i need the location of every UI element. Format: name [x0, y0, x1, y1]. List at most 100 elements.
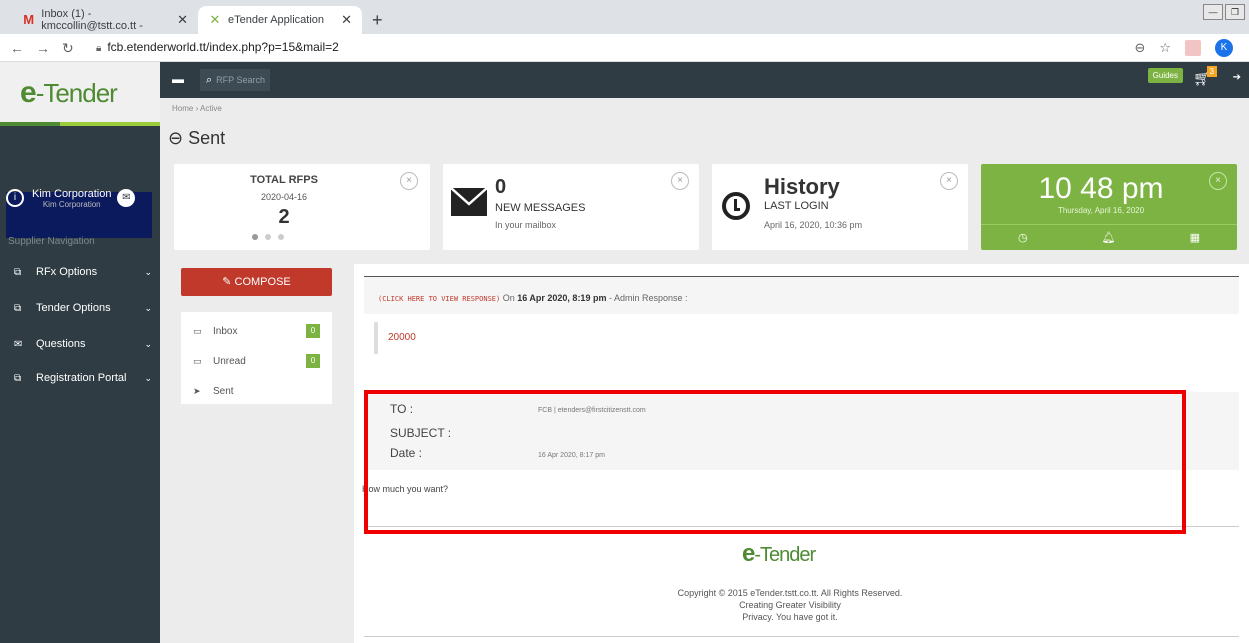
- close-icon[interactable]: ×: [940, 172, 958, 190]
- count-badge: 0: [306, 324, 320, 338]
- tab-label: Inbox (1) - kmccollin@tstt.co.tt -: [41, 8, 143, 32]
- send-icon: ➤: [193, 385, 201, 396]
- footer-copyright: Copyright © 2015 eTender.tstt.co.tt. All…: [677, 588, 903, 598]
- url-text: fcb.etenderworld.tt/index.php?p=15&mail=…: [107, 40, 339, 54]
- sidebar-item-tender-options[interactable]: ⧉ Tender Options ⌄: [0, 298, 160, 318]
- address-bar: ← → ↻ 🔒︎ fcb.etenderworld.tt/index.php?p=…: [0, 34, 1249, 62]
- user-company: Kim Corporation: [42, 199, 101, 209]
- clock-icon: [722, 192, 750, 220]
- chevron-down-icon: ⌄: [144, 266, 152, 277]
- response-date: 16 Apr 2020, 8:19 pm: [517, 293, 607, 303]
- chevron-down-icon: ⌄: [144, 372, 152, 383]
- back-icon[interactable]: ←: [10, 40, 24, 56]
- copy-icon: ⧉: [14, 266, 22, 278]
- envelope-icon: [451, 188, 487, 216]
- chevron-down-icon: ⌄: [144, 338, 152, 349]
- gmail-icon: M: [23, 12, 35, 27]
- clock-icon[interactable]: ◷: [1018, 231, 1028, 244]
- close-icon[interactable]: ✕: [177, 12, 188, 28]
- divider: [364, 636, 1239, 637]
- etender-logo[interactable]: e-Tender: [20, 76, 118, 110]
- logout-icon[interactable]: ➔: [1233, 72, 1241, 83]
- view-response-link[interactable]: (CLICK HERE TO VIEW RESPONSE): [378, 295, 500, 303]
- mailbox-item-inbox[interactable]: ▭ Inbox 0: [181, 318, 332, 344]
- footer-tagline: Creating Greater Visibility: [739, 600, 841, 610]
- sidebar-item-label: Tender Options: [36, 302, 111, 314]
- search-icon: ⌕: [206, 73, 213, 86]
- url-field[interactable]: 🔒︎ fcb.etenderworld.tt/index.php?p=15&mai…: [96, 40, 339, 54]
- card-value: 0: [495, 176, 507, 198]
- carousel-dots[interactable]: [252, 234, 284, 240]
- zoom-icon[interactable]: ⊖: [1134, 40, 1145, 56]
- card-subtext: In your mailbox: [495, 220, 557, 230]
- compose-button[interactable]: ✎ COMPOSE: [181, 268, 332, 296]
- card-subtext: April 16, 2020, 10:36 pm: [764, 220, 863, 230]
- chevron-down-icon: ⌄: [144, 302, 152, 313]
- close-icon[interactable]: ×: [1209, 172, 1227, 190]
- mailbox-item-unread[interactable]: ▭ Unread 0: [181, 348, 332, 374]
- card-date: 2020-04-16: [260, 192, 308, 202]
- edit-icon: ✎: [222, 276, 232, 288]
- star-icon[interactable]: ☆: [1159, 40, 1171, 56]
- user-name: Kim Corporation: [32, 187, 112, 200]
- envelope-icon[interactable]: ✉: [117, 189, 136, 207]
- sidebar-item-rfx-options[interactable]: ⧉ RFx Options ⌄: [0, 262, 160, 282]
- new-tab-button[interactable]: +: [372, 10, 383, 31]
- app-sidebar: e-Tender i Kim Corporation Kim Corporati…: [0, 62, 160, 643]
- restore-icon[interactable]: ❐: [1225, 4, 1245, 20]
- current-date: Thursday, April 16, 2020: [1057, 206, 1145, 215]
- cart-icon[interactable]: 🛒︎ 3: [1193, 66, 1217, 87]
- sidebar-item-questions[interactable]: ✉ Questions ⌄: [0, 334, 160, 354]
- clock-card-actions: ◷ 🔔︎ ▦: [981, 224, 1237, 250]
- footer-logo: e-Tender: [742, 540, 816, 567]
- logo-area: e-Tender: [0, 62, 160, 126]
- envelope-icon: ✉: [14, 338, 23, 350]
- tab-label: eTender Application: [228, 14, 325, 26]
- sidebar-section-label: Supplier Navigation: [8, 236, 95, 247]
- minimize-icon[interactable]: —: [1203, 4, 1223, 20]
- guides-button[interactable]: Guides: [1147, 68, 1183, 83]
- browser-tab-bar: M Inbox (1) - kmccollin@tstt.co.tt - ✕ ✕…: [0, 0, 1249, 34]
- bell-icon[interactable]: 🔔︎: [1102, 231, 1116, 244]
- tab-etender[interactable]: ✕ eTender Application ✕: [198, 6, 362, 34]
- forward-icon[interactable]: →: [36, 40, 50, 56]
- lock-icon: 🔒︎: [96, 43, 102, 54]
- total-rfps-card: TOTAL RFPS 2020-04-16 2 ×: [174, 164, 430, 250]
- breadcrumb: Home › Active: [172, 104, 222, 113]
- calendar-icon[interactable]: ▦: [1190, 231, 1200, 244]
- search-placeholder: RFP Search: [216, 75, 266, 85]
- profile-avatar[interactable]: K: [1215, 39, 1233, 57]
- page-title: ⊖ Sent: [168, 128, 226, 148]
- card-title: TOTAL RFPS: [250, 174, 318, 186]
- sidebar-item-registration-portal[interactable]: ⧉ Registration Portal ⌄: [0, 368, 160, 388]
- reload-icon[interactable]: ↻: [62, 40, 74, 57]
- window-controls: — ❐: [1203, 4, 1245, 20]
- rfp-search-input[interactable]: ⌕ RFP Search: [200, 69, 270, 91]
- tab-gmail-inbox[interactable]: M Inbox (1) - kmccollin@tstt.co.tt - ✕: [12, 6, 198, 34]
- mailbox-item-sent[interactable]: ➤ Sent: [181, 378, 332, 404]
- response-header: (CLICK HERE TO VIEW RESPONSE) On 16 Apr …: [364, 276, 1239, 314]
- card-value: 2: [278, 206, 290, 228]
- card-label: LAST LOGIN: [764, 200, 829, 212]
- cart-badge: 3: [1206, 66, 1217, 77]
- close-icon[interactable]: ×: [671, 172, 689, 190]
- inbox-icon: ▭: [193, 355, 202, 366]
- copy-icon: ⧉: [14, 302, 22, 314]
- info-icon[interactable]: i: [6, 189, 24, 207]
- clock-card: 10 48 pm Thursday, April 16, 2020 ◷ 🔔︎ ▦…: [981, 164, 1237, 250]
- user-profile: i Kim Corporation Kim Corporation ✉: [6, 180, 156, 216]
- sidebar-item-label: Registration Portal: [36, 372, 127, 384]
- close-icon[interactable]: ×: [400, 172, 418, 190]
- pdf-extension-icon[interactable]: [1185, 40, 1201, 56]
- back-circle-icon: ⊖: [168, 128, 184, 148]
- address-bar-icons: ⊖ ☆ K: [1134, 39, 1233, 57]
- current-time: 10 48 pm: [1038, 172, 1164, 205]
- menu-icon[interactable]: ▬: [172, 72, 184, 86]
- footer-privacy: Privacy. You have got it.: [742, 612, 838, 622]
- inbox-icon: ▭: [193, 325, 202, 336]
- sidebar-item-label: Questions: [36, 338, 86, 350]
- app-top-bar: ▬ ⌕ RFP Search Guides 🛒︎ 3 ➔: [160, 62, 1249, 98]
- close-icon[interactable]: ✕: [341, 12, 352, 28]
- copy-icon: ⧉: [14, 372, 22, 384]
- highlight-box: [364, 390, 1186, 534]
